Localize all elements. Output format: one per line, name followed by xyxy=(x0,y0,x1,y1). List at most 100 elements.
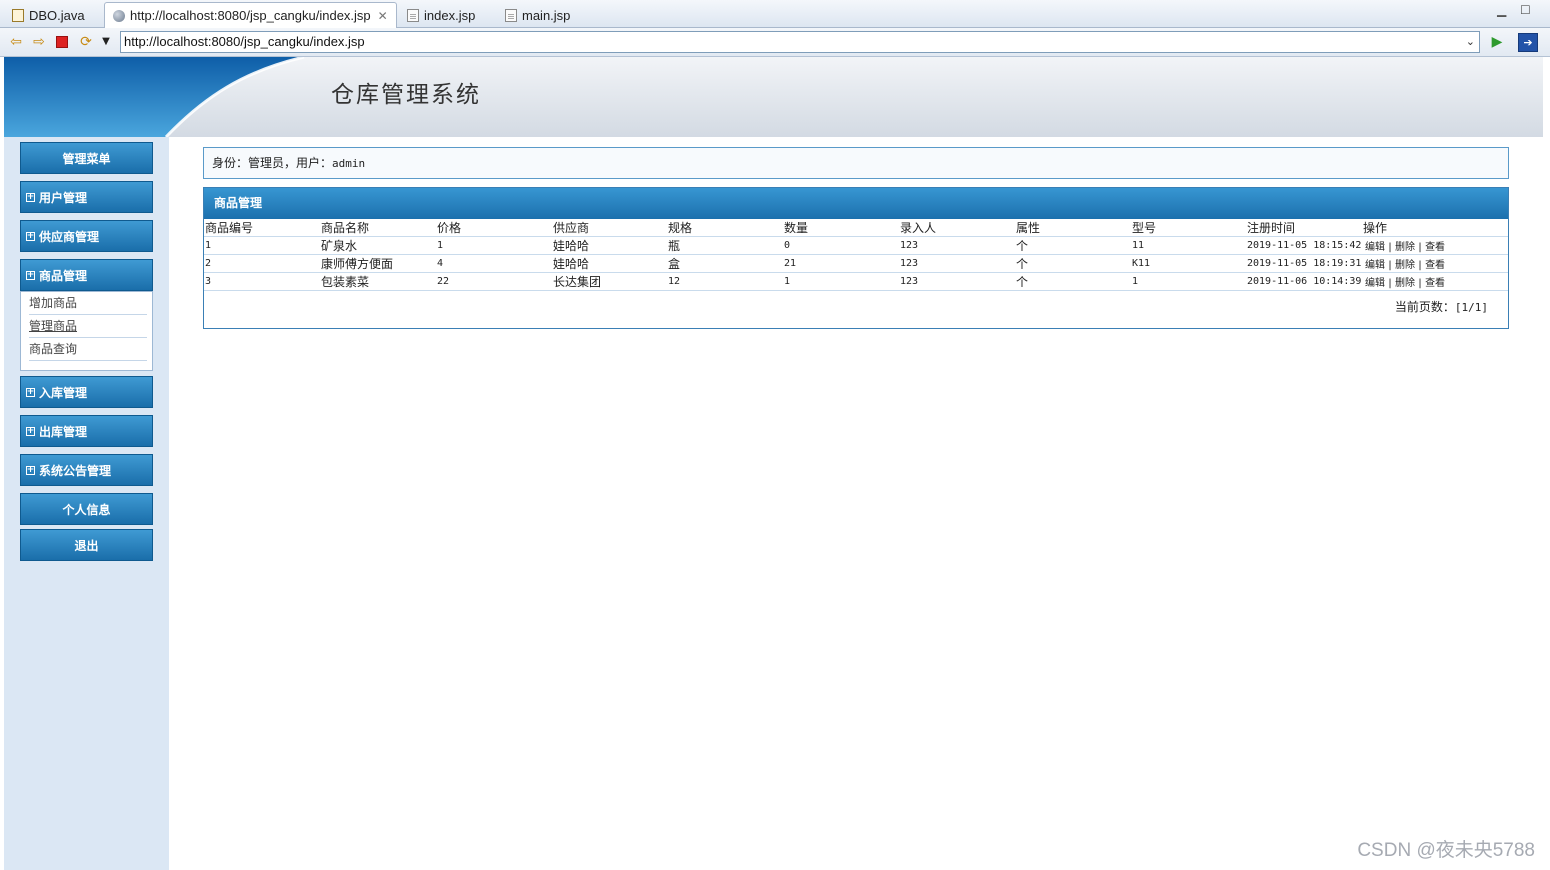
table-row: 3 包装素菜 22 长达集团 12 1 123 个 1 2019-11-06 1… xyxy=(204,272,1508,291)
header-swoosh-graphic xyxy=(4,57,305,137)
cell-qty: 0 xyxy=(783,236,899,255)
cell-qty: 21 xyxy=(783,254,899,273)
sidebar-item-label: 入库管理 xyxy=(39,385,88,400)
stop-icon[interactable] xyxy=(53,33,71,50)
cell-id: 3 xyxy=(204,272,320,291)
watermark: CSDN @夜未央5788 xyxy=(1357,840,1535,861)
column-header: 商品编号 xyxy=(204,219,320,237)
cell-price: 1 xyxy=(436,236,552,255)
table-row: 2 康师傅方便面 4 娃哈哈 盒 21 123 个 K11 2019-11-05… xyxy=(204,254,1508,273)
goods-panel: 商品管理 商品编号 商品名称 价格 供应商 规格 数量 录入人 属性 型号 注册… xyxy=(203,187,1509,329)
logout-button[interactable]: 退出 xyxy=(20,529,153,561)
view-link[interactable]: 查看 xyxy=(1423,242,1447,253)
tab-index-jsp[interactable]: index.jsp xyxy=(398,2,494,27)
cell-model: 11 xyxy=(1131,236,1246,255)
refresh-icon[interactable]: ⟳ xyxy=(77,33,95,50)
sidebar-item-user-management[interactable]: + 用户管理 xyxy=(20,181,153,213)
cell-name: 包装素菜 xyxy=(320,272,436,291)
forward-arrow-icon[interactable]: ⇨ xyxy=(30,33,48,50)
column-header: 价格 xyxy=(436,219,552,237)
sidebar-item-outbound-management[interactable]: + 出库管理 xyxy=(20,415,153,447)
cell-name: 矿泉水 xyxy=(320,236,436,255)
sidebar-item-label: 用户管理 xyxy=(39,190,88,205)
sidebar-item-label: 供应商管理 xyxy=(39,229,100,244)
cell-ops: 编辑 | 删除 | 查看 xyxy=(1362,236,1508,255)
tab-label: index.jsp xyxy=(424,7,476,23)
cell-attr: 个 xyxy=(1015,236,1131,255)
cell-supplier: 娃哈哈 xyxy=(552,236,667,255)
sidebar-item-announcement-management[interactable]: + 系统公告管理 xyxy=(20,454,153,486)
open-external-icon[interactable]: ➔ xyxy=(1518,33,1538,52)
submenu-item-manage-goods[interactable]: 管理商品 xyxy=(29,315,147,338)
delete-link[interactable]: 删除 xyxy=(1393,260,1417,271)
goods-table: 商品编号 商品名称 价格 供应商 规格 数量 录入人 属性 型号 注册时间 操作… xyxy=(204,219,1508,291)
address-text: http://localhost:8080/jsp_cangku/index.j… xyxy=(124,34,365,49)
column-header: 商品名称 xyxy=(320,219,436,237)
cell-entry: 123 xyxy=(899,272,1015,291)
cell-model: K11 xyxy=(1131,254,1246,273)
sidebar-item-label: 出库管理 xyxy=(39,424,88,439)
expand-icon: + xyxy=(26,386,35,397)
identity-username: admin xyxy=(332,157,366,170)
cell-attr: 个 xyxy=(1015,254,1131,273)
edit-link[interactable]: 编辑 xyxy=(1363,278,1387,289)
sidebar: 管理菜单 + 用户管理 + 供应商管理 + 商品管理 增加商品 管理商品 商品查… xyxy=(4,137,169,870)
chevron-down-icon[interactable]: ⌄ xyxy=(1466,32,1475,52)
cell-time: 2019-11-06 10:14:39 xyxy=(1246,272,1362,291)
column-header: 注册时间 xyxy=(1246,219,1362,237)
expand-icon: + xyxy=(26,425,35,436)
cell-time: 2019-11-05 18:19:31 xyxy=(1246,254,1362,273)
sidebar-item-goods-management[interactable]: + 商品管理 xyxy=(20,259,153,291)
view-link[interactable]: 查看 xyxy=(1423,260,1447,271)
column-header: 规格 xyxy=(667,219,783,237)
close-tab-icon[interactable]: ✕ xyxy=(378,9,388,23)
table-row: 1 矿泉水 1 娃哈哈 瓶 0 123 个 11 2019-11-05 18:1… xyxy=(204,236,1508,255)
history-dropdown-icon[interactable]: ▼ xyxy=(97,33,115,50)
pagination: 当前页数：[1/1] xyxy=(1395,298,1488,315)
cell-spec: 12 xyxy=(667,272,783,291)
cell-entry: 123 xyxy=(899,254,1015,273)
page-header: 仓库管理系统 xyxy=(4,57,1543,137)
column-header: 属性 xyxy=(1015,219,1131,237)
tab-main-jsp[interactable]: main.jsp xyxy=(496,2,586,27)
tab-label: http://localhost:8080/jsp_cangku/index.j… xyxy=(130,8,371,23)
column-header: 数量 xyxy=(783,219,899,237)
submenu-item-query-goods[interactable]: 商品查询 xyxy=(29,338,147,361)
edit-link[interactable]: 编辑 xyxy=(1363,260,1387,271)
expand-icon: + xyxy=(26,269,35,280)
column-header: 供应商 xyxy=(552,219,667,237)
sidebar-item-supplier-management[interactable]: + 供应商管理 xyxy=(20,220,153,252)
cell-qty: 1 xyxy=(783,272,899,291)
menu-title-button[interactable]: 管理菜单 xyxy=(20,142,153,174)
cell-ops: 编辑 | 删除 | 查看 xyxy=(1362,272,1508,291)
cell-time: 2019-11-05 18:15:42 xyxy=(1246,236,1362,255)
column-header: 操作 xyxy=(1362,219,1508,237)
address-bar[interactable]: http://localhost:8080/jsp_cangku/index.j… xyxy=(120,31,1480,53)
submenu-item-add-goods[interactable]: 增加商品 xyxy=(29,292,147,315)
cell-supplier: 娃哈哈 xyxy=(552,254,667,273)
minimize-icon[interactable]: ▁ xyxy=(1497,3,1506,17)
cell-id: 2 xyxy=(204,254,320,273)
tab-label: DBO.java xyxy=(29,7,85,23)
tab-label: main.jsp xyxy=(522,7,571,23)
profile-button[interactable]: 个人信息 xyxy=(20,493,153,525)
java-file-icon xyxy=(12,8,24,22)
go-icon[interactable]: ▶ xyxy=(1488,33,1506,50)
delete-link[interactable]: 删除 xyxy=(1393,242,1417,253)
back-arrow-icon[interactable]: ⇦ xyxy=(7,33,25,50)
view-link[interactable]: 查看 xyxy=(1423,278,1447,289)
edit-link[interactable]: 编辑 xyxy=(1363,242,1387,253)
sidebar-item-inbound-management[interactable]: + 入库管理 xyxy=(20,376,153,408)
browser-nav-bar: ⇦ ⇨ ⟳ ▼ http://localhost:8080/jsp_cangku… xyxy=(0,28,1550,57)
identity-text: 身份：管理员，用户： xyxy=(212,156,333,170)
goods-submenu: 增加商品 管理商品 商品查询 xyxy=(20,291,153,371)
cell-supplier: 长达集团 xyxy=(552,272,667,291)
delete-link[interactable]: 删除 xyxy=(1393,278,1417,289)
maximize-icon[interactable]: ☐ xyxy=(1520,3,1531,17)
browser-tab-strip: DBO.java http://localhost:8080/jsp_cangk… xyxy=(0,0,1550,28)
cell-spec: 盒 xyxy=(667,254,783,273)
tab-index-page[interactable]: http://localhost:8080/jsp_cangku/index.j… xyxy=(104,2,397,28)
page-title: 仓库管理系统 xyxy=(331,82,481,108)
tab-dbo-java[interactable]: DBO.java xyxy=(3,2,103,27)
cell-spec: 瓶 xyxy=(667,236,783,255)
